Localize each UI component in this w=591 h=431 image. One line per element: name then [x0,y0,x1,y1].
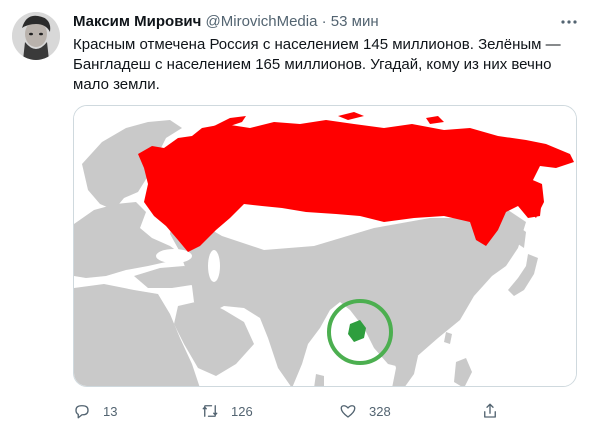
like-button[interactable]: 328 [339,398,391,424]
reply-button[interactable]: 13 [73,398,117,424]
reply-icon [75,405,89,419]
avatar[interactable] [12,12,60,60]
map-sea-caspian [208,250,220,282]
author-name[interactable]: Максим Мирович [73,13,201,30]
header-separator: · [321,13,327,30]
like-count: 328 [369,403,391,419]
tweet-media-map[interactable] [73,105,577,387]
map-sea-black [156,249,192,263]
tweet-text-line: Бангладеш с населением 165 миллионов. Уг… [73,56,552,73]
author-handle[interactable]: @MirovichMedia [206,13,318,30]
tweet-header: Максим Мирович @MirovichMedia · 53 мин [73,12,579,32]
retweet-count: 126 [231,403,253,419]
tweet-actions: 13 126 328 [73,398,503,424]
tweet-text-line: Красным отмечена Россия с населением 145… [73,36,561,53]
tweet-text: Красным отмечена Россия с населением 145… [73,35,578,95]
retweet-icon [202,405,218,417]
share-button[interactable] [481,398,499,424]
reply-count: 13 [103,403,118,419]
more-dots-icon[interactable] [559,12,579,32]
tweet-text-line: мало земли. [73,76,160,93]
heart-icon [340,405,356,418]
retweet-button[interactable]: 126 [201,398,253,424]
avatar-image [12,12,60,60]
tweet-timestamp[interactable]: 53 мин [331,13,379,30]
map-image [74,106,576,386]
share-icon [484,403,496,418]
